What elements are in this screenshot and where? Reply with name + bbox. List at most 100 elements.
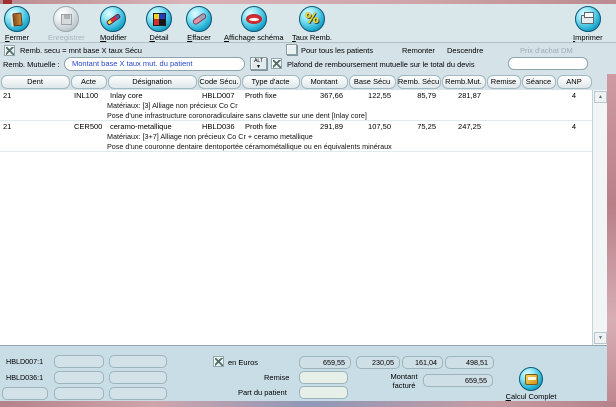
cell-seance bbox=[521, 121, 556, 132]
col-header-anp[interactable]: ANP bbox=[556, 75, 592, 89]
imprimer-button[interactable]: Imprimer bbox=[573, 6, 603, 42]
chevron-down-icon: ▼ bbox=[256, 64, 261, 70]
modifier-button[interactable]: Modifier bbox=[100, 6, 127, 42]
en-euros-checkbox[interactable] bbox=[213, 356, 224, 367]
code-box bbox=[54, 355, 104, 368]
cell-base-secu: 122,55 bbox=[368, 91, 391, 100]
enregistrer-button[interactable]: Enregistrer bbox=[48, 6, 85, 42]
part-patient-input[interactable] bbox=[299, 386, 348, 399]
imprimer-label: Imprimer bbox=[573, 33, 603, 42]
code-box: HBLD036:1 bbox=[6, 373, 44, 382]
part-patient-label: Part du patient bbox=[238, 388, 287, 397]
cell-code-secu: HBLD036 bbox=[202, 122, 235, 131]
prix-achat-label: Prix d'achat DM bbox=[520, 46, 573, 55]
cell-type-acte: Proth fixe bbox=[245, 122, 277, 131]
remb-secu-checkbox[interactable] bbox=[4, 45, 15, 56]
enregistrer-label: Enregistrer bbox=[48, 33, 85, 42]
scroll-up-icon[interactable]: ▲ bbox=[594, 91, 607, 103]
window-bottom-edge bbox=[0, 401, 616, 407]
table-scrollbar[interactable]: ▲ ▼ bbox=[592, 90, 607, 345]
remb-secu-label: Remb. secu = mnt base X taux Sécu bbox=[20, 46, 142, 55]
cell-montant: 291,89 bbox=[320, 122, 343, 131]
effacer-button[interactable]: Effacer bbox=[186, 6, 212, 42]
percent-icon: % bbox=[299, 6, 326, 32]
cell-seance bbox=[521, 90, 556, 101]
taux-remb-button[interactable]: % Taux Remb. bbox=[292, 6, 332, 42]
cell-dent: 21 bbox=[3, 122, 12, 131]
row-description: Pose d'une couronne dentaire dentoportée… bbox=[0, 142, 592, 152]
descendre-button[interactable]: Descendre bbox=[447, 46, 483, 55]
col-header-acte[interactable]: Acte bbox=[70, 75, 107, 89]
devis-window: Fermer Enregistrer Modifier Détail Effac… bbox=[0, 0, 616, 407]
total-remb-secu: 161,04 bbox=[402, 356, 443, 369]
fermer-button[interactable]: Fermer bbox=[4, 6, 30, 42]
cell-designation: ceramo-metallique bbox=[110, 122, 172, 131]
col-header-type-acte[interactable]: Type d'acte bbox=[241, 75, 300, 89]
pour-tous-checkbox[interactable] bbox=[286, 44, 297, 55]
plafond-checkbox[interactable] bbox=[271, 58, 282, 69]
table-row[interactable]: 21 INL100 Inlay core HBLD007 Proth fixe … bbox=[0, 90, 592, 121]
code-box bbox=[109, 387, 167, 400]
cell-anp: 4 bbox=[571, 91, 577, 100]
col-header-remise[interactable]: Remise bbox=[486, 75, 521, 89]
options-panel: Remb. secu = mnt base X taux Sécu Pour t… bbox=[0, 44, 616, 74]
detail-label: Détail bbox=[149, 33, 169, 42]
remb-mutuelle-label: Remb. Mutuelle : bbox=[3, 60, 60, 69]
cell-remb-secu: 85,79 bbox=[417, 91, 436, 100]
mouth-icon bbox=[240, 6, 267, 32]
cell-base-secu: 107,50 bbox=[368, 122, 391, 131]
affichage-schema-button[interactable]: Affichage schéma bbox=[224, 6, 284, 42]
cell-dent: 21 bbox=[3, 91, 12, 100]
fermer-label: Fermer bbox=[4, 33, 30, 42]
remb-mutuelle-combo[interactable]: Montant base X taux mut. du patient bbox=[64, 57, 245, 71]
effacer-label: Effacer bbox=[187, 33, 211, 42]
col-header-dent[interactable]: Dent bbox=[0, 75, 70, 89]
col-header-base-secu[interactable]: Base Sécu bbox=[348, 75, 396, 89]
mosaic-icon bbox=[146, 6, 172, 32]
code-box bbox=[109, 355, 167, 368]
total-base-secu: 230,05 bbox=[356, 356, 400, 369]
scroll-down-icon[interactable]: ▼ bbox=[594, 332, 607, 344]
printer-icon bbox=[574, 6, 601, 32]
door-icon bbox=[4, 6, 30, 32]
code-box bbox=[54, 387, 104, 400]
code-box bbox=[109, 371, 167, 384]
total-remb-mut: 498,51 bbox=[445, 356, 494, 369]
prix-achat-input[interactable] bbox=[508, 57, 588, 70]
modifier-label: Modifier bbox=[100, 33, 127, 42]
total-montant: 659,55 bbox=[299, 356, 351, 369]
acts-table: 21 INL100 Inlay core HBLD007 Proth fixe … bbox=[0, 90, 592, 345]
cell-acte: INL100 bbox=[74, 91, 99, 100]
affichage-schema-label: Affichage schéma bbox=[224, 33, 284, 42]
cell-remb-mut: 281,87 bbox=[458, 91, 481, 100]
col-header-remb-secu[interactable]: Remb. Sécu bbox=[396, 75, 441, 89]
table-row[interactable]: 21 CER500 ceramo-metallique HBLD036 Prot… bbox=[0, 121, 592, 152]
taux-remb-label: Taux Remb. bbox=[292, 33, 333, 42]
cell-remise bbox=[486, 90, 521, 101]
remise-input[interactable] bbox=[299, 371, 348, 384]
plafond-label: Plafond de remboursement mutuelle sur le… bbox=[287, 60, 475, 69]
calcul-complet-label: Calcul Complet bbox=[505, 392, 557, 401]
table-header: Dent Acte Désignation Code Sécu. Type d'… bbox=[0, 74, 592, 90]
cell-designation: Inlay core bbox=[110, 91, 143, 100]
code-box bbox=[2, 387, 48, 400]
toolbar: Fermer Enregistrer Modifier Détail Effac… bbox=[0, 4, 616, 43]
calcul-complet-button[interactable]: Calcul Complet bbox=[503, 367, 559, 401]
remise-label: Remise bbox=[264, 373, 290, 382]
window-right-edge bbox=[607, 74, 616, 402]
col-header-seance[interactable]: Séance bbox=[521, 75, 556, 89]
alt-dropdown-button[interactable]: ALT ▼ bbox=[250, 57, 267, 70]
cell-remb-secu: 75,25 bbox=[417, 122, 436, 131]
row-materiaux: Matériaux: [3+7] Alliage non précieux Co… bbox=[107, 132, 313, 141]
remonter-button[interactable]: Remonter bbox=[402, 46, 435, 55]
save-icon bbox=[53, 6, 80, 32]
eraser-icon bbox=[186, 6, 212, 32]
cell-montant: 367,66 bbox=[320, 91, 343, 100]
col-header-remb-mut[interactable]: Remb.Mut. bbox=[441, 75, 486, 89]
col-header-montant[interactable]: Montant bbox=[300, 75, 348, 89]
col-header-designation[interactable]: Désignation bbox=[107, 75, 197, 89]
pour-tous-label: Pour tous les patients bbox=[301, 46, 374, 55]
col-header-code-secu[interactable]: Code Sécu. bbox=[197, 75, 241, 89]
cell-remb-mut: 247,25 bbox=[458, 122, 481, 131]
detail-button[interactable]: Détail bbox=[146, 6, 172, 42]
